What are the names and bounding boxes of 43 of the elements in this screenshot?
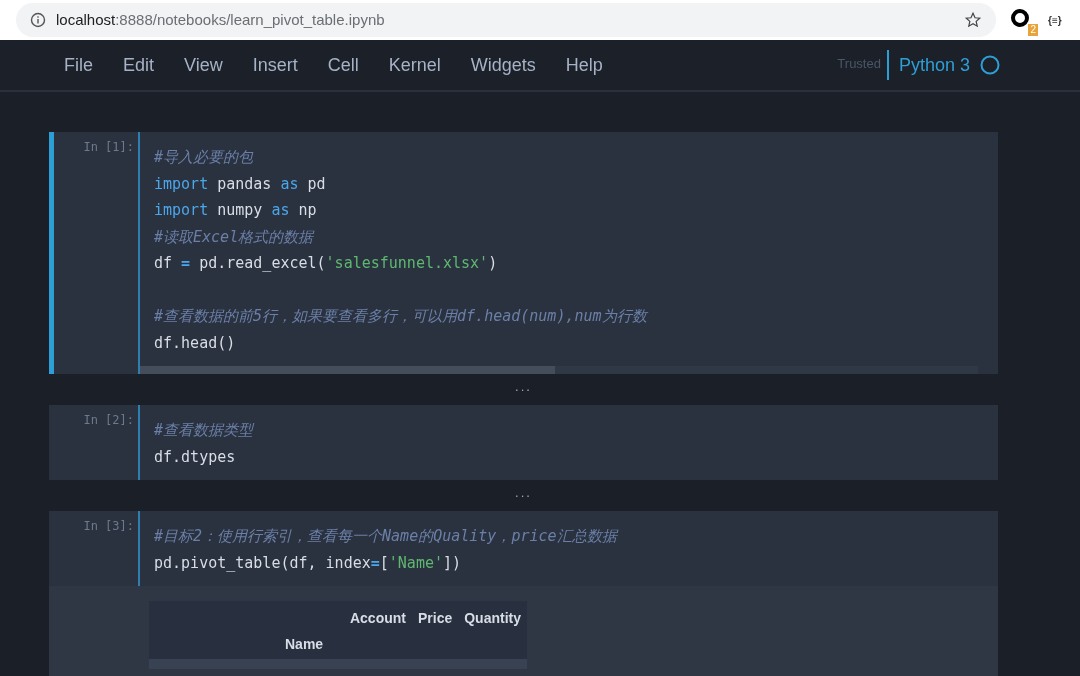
menu-item[interactable]: Insert bbox=[252, 51, 298, 79]
cell-prompt: In [1]: bbox=[83, 139, 134, 156]
code-line: df = pd.read_excel('salesfunnel.xlsx') bbox=[154, 253, 499, 274]
kernel-name[interactable]: Python 3 bbox=[888, 51, 980, 79]
scrollbar-thumb[interactable] bbox=[140, 366, 555, 374]
extension-icon[interactable] bbox=[1010, 8, 1030, 28]
trusted-label: Trusted bbox=[837, 55, 882, 73]
index-header: Name bbox=[284, 635, 325, 654]
code-comment: #读取Excel格式的数据 bbox=[154, 226, 316, 248]
scrollbar[interactable] bbox=[140, 366, 978, 374]
menu-item[interactable]: View bbox=[184, 51, 223, 79]
code-comment: #查看数据类型 bbox=[154, 420, 256, 441]
collapsed-output-ellipsis[interactable]: ... bbox=[515, 380, 532, 399]
code-line: import pandas as pd bbox=[154, 173, 327, 195]
column-header: Account bbox=[348, 609, 407, 628]
column-header: Price bbox=[416, 609, 454, 628]
star-icon[interactable] bbox=[964, 11, 982, 29]
code-cell[interactable]: In [1]: #导入必要的包 import pandas as pd import numpy as np #读取Excel格式的数据 df = pd.read_excel('salesfunnel.xlsx') #查看数据的前5行，如果要查看多行，可以用df.head(num),num为行数 df.head() bbox=[49, 132, 998, 374]
code-comment: #目标2：使用行索引，查看每一个Name的Quality，price汇总数据 bbox=[154, 526, 620, 547]
collapsed-output-ellipsis[interactable]: ... bbox=[515, 486, 532, 505]
code-comment: #导入必要的包 bbox=[154, 147, 255, 168]
menu-item[interactable]: Widgets bbox=[470, 51, 536, 79]
menu-item[interactable]: Kernel bbox=[388, 51, 441, 79]
code-comment: #查看数据的前5行，如果要查看多行，可以用df.head(num),num为行数 bbox=[154, 306, 649, 327]
code-line: import numpy as np bbox=[154, 200, 318, 221]
menu-item[interactable]: File bbox=[64, 51, 93, 79]
code-line: df.dtypes bbox=[154, 446, 237, 468]
info-icon[interactable] bbox=[30, 12, 46, 28]
menu-item[interactable]: Help bbox=[565, 51, 603, 79]
cell-prompt: In [3]: bbox=[83, 518, 134, 535]
kernel-status-icon bbox=[980, 55, 1000, 75]
code-line: df.head() bbox=[154, 332, 237, 354]
column-header: Quantity bbox=[463, 609, 522, 628]
url-text: localhost:8888/notebooks/learn_pivot_table.ipynb bbox=[56, 9, 386, 30]
code-line: pd.pivot_table(df, index=['Name']) bbox=[154, 552, 463, 574]
extension-label[interactable]: {≡} bbox=[1048, 12, 1062, 28]
menu-item[interactable]: Edit bbox=[123, 51, 155, 79]
code-cell[interactable]: In [3]: #目标2：使用行索引，查看每一个Name的Quality，price汇总数据 pd.pivot_table(df, index=['Name']) bbox=[49, 511, 998, 586]
menu-item[interactable]: Cell bbox=[327, 51, 359, 79]
extension-badge: 2 bbox=[1028, 24, 1038, 36]
code-cell[interactable]: In [2]: #查看数据类型 df.dtypes bbox=[49, 405, 998, 480]
cell-prompt: In [2]: bbox=[83, 412, 134, 429]
address-bar[interactable]: localhost:8888/notebooks/learn_pivot_table.ipynb bbox=[16, 3, 996, 37]
